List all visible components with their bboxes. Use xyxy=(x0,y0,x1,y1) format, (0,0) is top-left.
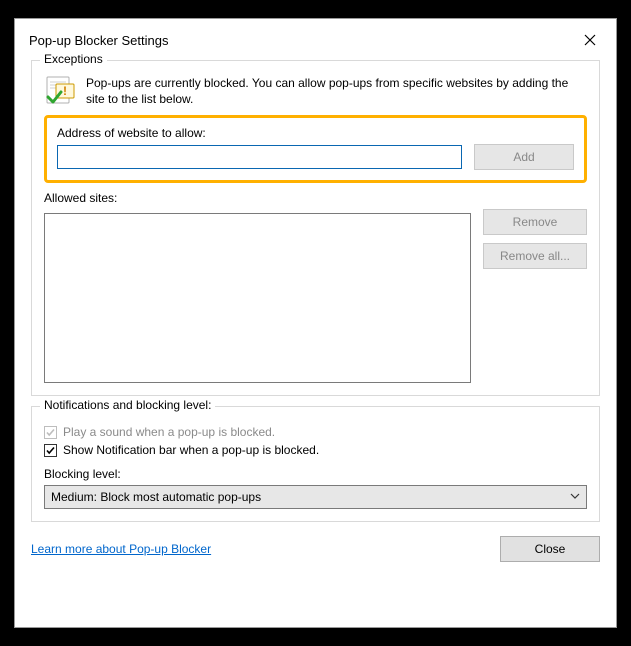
remove-button[interactable]: Remove xyxy=(483,209,587,235)
address-label: Address of website to allow: xyxy=(57,126,574,140)
allowed-right: Remove Remove all... xyxy=(483,191,587,383)
allowed-left: Allowed sites: xyxy=(44,191,471,383)
svg-text:!: ! xyxy=(63,84,67,98)
allowed-sites-list[interactable] xyxy=(44,213,471,383)
blocking-level-section: Blocking level: Medium: Block most autom… xyxy=(44,467,587,509)
show-bar-row: Show Notification bar when a pop-up is b… xyxy=(44,443,587,457)
close-button[interactable]: Close xyxy=(500,536,600,562)
show-bar-label: Show Notification bar when a pop-up is b… xyxy=(63,443,319,457)
address-row: Add xyxy=(57,144,574,170)
exceptions-legend: Exceptions xyxy=(40,52,107,66)
remove-all-button[interactable]: Remove all... xyxy=(483,243,587,269)
close-icon[interactable] xyxy=(576,28,604,52)
dialog-content: Exceptions ! Pop-ups are currently block… xyxy=(15,60,616,627)
add-button[interactable]: Add xyxy=(474,144,574,170)
show-bar-checkbox[interactable] xyxy=(44,444,57,457)
blocking-level-select[interactable]: Medium: Block most automatic pop-ups xyxy=(44,485,587,509)
popup-blocker-icon: ! xyxy=(44,75,76,107)
window-title: Pop-up Blocker Settings xyxy=(29,33,168,48)
dialog-window: Pop-up Blocker Settings Exceptions ! xyxy=(14,18,617,628)
learn-more-link[interactable]: Learn more about Pop-up Blocker xyxy=(31,542,211,556)
blocking-level-label: Blocking level: xyxy=(44,467,587,481)
notifications-legend: Notifications and blocking level: xyxy=(40,398,215,412)
intro-text: Pop-ups are currently blocked. You can a… xyxy=(86,75,587,107)
allowed-sites-label: Allowed sites: xyxy=(44,191,471,205)
address-highlight: Address of website to allow: Add xyxy=(44,115,587,183)
intro-row: ! Pop-ups are currently blocked. You can… xyxy=(44,75,587,107)
blocking-level-value: Medium: Block most automatic pop-ups xyxy=(51,490,261,504)
play-sound-checkbox xyxy=(44,426,57,439)
chevron-down-icon xyxy=(570,490,580,504)
play-sound-row: Play a sound when a pop-up is blocked. xyxy=(44,425,587,439)
exceptions-group: Exceptions ! Pop-ups are currently block… xyxy=(31,60,600,396)
play-sound-label: Play a sound when a pop-up is blocked. xyxy=(63,425,275,439)
notifications-group: Notifications and blocking level: Play a… xyxy=(31,406,600,522)
dialog-footer: Learn more about Pop-up Blocker Close xyxy=(31,536,600,562)
address-input[interactable] xyxy=(57,145,462,169)
allowed-section: Allowed sites: Remove Remove all... xyxy=(44,191,587,383)
